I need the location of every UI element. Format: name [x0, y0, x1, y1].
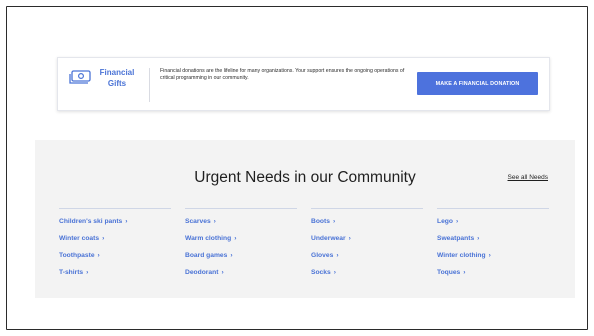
chevron-right-icon: › — [86, 269, 89, 276]
financial-gifts-description: Financial donations are the lifeline for… — [160, 68, 405, 81]
chevron-right-icon: › — [125, 218, 128, 225]
need-link-lego[interactable]: Lego › — [437, 218, 549, 226]
chevron-right-icon: › — [234, 235, 237, 242]
urgent-needs-section: Urgent Needs in our Community See all Ne… — [35, 140, 575, 298]
need-link-winter-coats[interactable]: Winter coats › — [59, 235, 171, 243]
chevron-right-icon: › — [221, 269, 224, 276]
urgent-needs-title: Urgent Needs in our Community — [194, 169, 416, 186]
chevron-right-icon: › — [213, 218, 216, 225]
make-financial-donation-button[interactable]: MAKE A FINANCIAL DONATION — [417, 72, 538, 95]
chevron-right-icon: › — [348, 235, 351, 242]
need-link-socks[interactable]: Socks › — [311, 269, 423, 277]
chevron-right-icon: › — [488, 252, 491, 259]
financial-gifts-title: Financial Gifts — [99, 68, 135, 88]
need-link-winter-clothing[interactable]: Winter clothing › — [437, 252, 549, 260]
need-link-t-shirts[interactable]: T-shirts › — [59, 269, 171, 277]
chevron-right-icon: › — [463, 269, 466, 276]
need-link-boots[interactable]: Boots › — [311, 218, 423, 226]
chevron-right-icon: › — [332, 218, 336, 225]
chevron-right-icon: › — [333, 269, 336, 276]
money-bill-icon — [69, 70, 91, 84]
needs-column-4: Lego › Sweatpants › Winter clothing › Toque… — [437, 208, 549, 277]
need-link-board-games[interactable]: Board games › — [185, 252, 297, 260]
need-link-toques[interactable]: Toques › — [437, 269, 549, 277]
chevron-right-icon: › — [97, 252, 100, 259]
need-link-gloves[interactable]: Gloves › — [311, 252, 423, 260]
chevron-right-icon: › — [477, 235, 480, 242]
chevron-right-icon: › — [102, 235, 105, 242]
financial-gifts-card: Financial Gifts Financial donations are … — [57, 57, 550, 111]
chevron-right-icon: › — [336, 252, 339, 259]
need-link-underwear[interactable]: Underwear › — [311, 235, 423, 243]
need-link-toothpaste[interactable]: Toothpaste › — [59, 252, 171, 260]
needs-column-1: Children's ski pants › Winter coats › Toot… — [59, 208, 171, 277]
need-link-deodorant[interactable]: Deodorant › — [185, 269, 297, 277]
chevron-right-icon: › — [230, 252, 233, 259]
chevron-right-icon: › — [455, 218, 459, 225]
need-link-scarves[interactable]: Scarves › — [185, 218, 297, 226]
needs-column-3: Boots › Underwear › Gloves › Socks › — [311, 208, 423, 277]
need-link-sweatpants[interactable]: Sweatpants › — [437, 235, 549, 243]
needs-column-2: Scarves › Warm clothing › Board games › Deo… — [185, 208, 297, 277]
page-frame: Financial Gifts Financial donations are … — [6, 6, 588, 330]
card-divider — [149, 68, 150, 102]
need-link-childrens-ski-pants[interactable]: Children's ski pants › — [59, 218, 171, 226]
need-link-warm-clothing[interactable]: Warm clothing › — [185, 235, 297, 243]
see-all-needs-link[interactable]: See all Needs — [508, 174, 548, 181]
